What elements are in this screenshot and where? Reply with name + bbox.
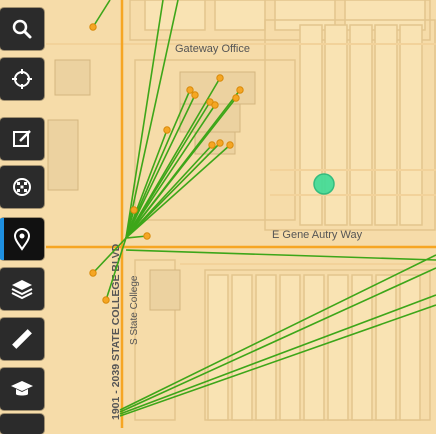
measure-button[interactable] [0, 318, 44, 360]
map-toolbar [0, 0, 46, 434]
search-button[interactable] [0, 8, 44, 50]
label-e-gene-autry-way: E Gene Autry Way [272, 229, 363, 241]
ruler-icon [12, 329, 32, 349]
locate-button[interactable] [0, 58, 44, 100]
selected-location-marker[interactable] [313, 173, 335, 195]
layers-button[interactable] [0, 268, 44, 310]
education-icon [11, 381, 33, 396]
label-s-state-college: S State College [129, 275, 140, 345]
map-canvas[interactable]: Gateway Office E Gene Autry Way 1901 - 2… [0, 0, 436, 428]
search-icon [12, 19, 32, 39]
crosshair-icon [12, 69, 32, 89]
view-location-icon [13, 228, 31, 251]
label-gateway-office: Gateway Office [175, 43, 250, 55]
more-tools-button[interactable] [0, 414, 44, 434]
basemap-button[interactable] [0, 166, 44, 208]
basemap-grid-icon [13, 178, 31, 196]
layers-icon [11, 280, 33, 300]
edit-icon [13, 130, 31, 147]
tutorial-button[interactable] [0, 368, 44, 410]
edit-button[interactable] [0, 118, 44, 160]
view-location-button[interactable] [0, 218, 44, 260]
